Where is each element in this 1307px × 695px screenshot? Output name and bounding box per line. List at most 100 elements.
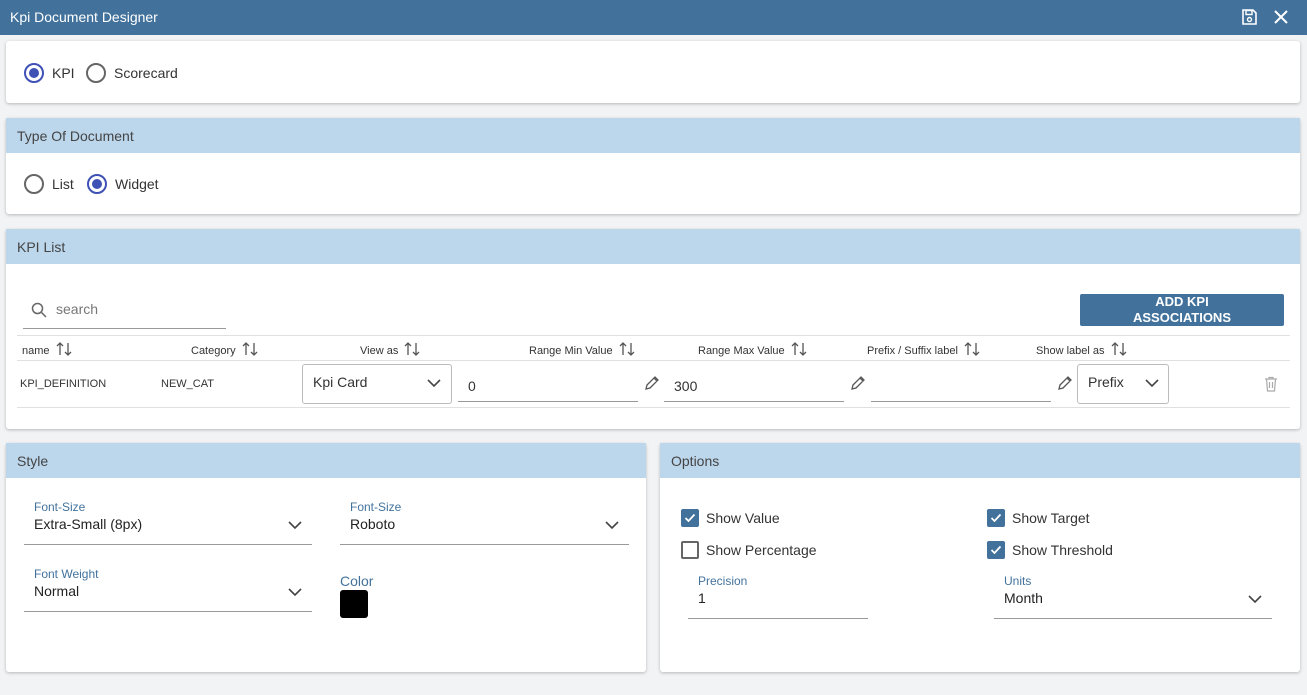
chevron-down-icon — [427, 379, 441, 388]
column-label: name — [22, 344, 50, 357]
range-max-field[interactable]: 300 — [664, 363, 844, 402]
chevron-down-icon — [288, 521, 302, 530]
column-label: Show label as — [1036, 344, 1105, 357]
type-of-document-header: Type Of Document — [6, 118, 1300, 153]
show-percentage-label: Show Percentage — [706, 542, 817, 558]
prefix-suffix-field[interactable] — [871, 363, 1051, 402]
sort-icon[interactable] — [56, 342, 72, 359]
show-label-as-select[interactable]: Prefix — [1077, 364, 1169, 404]
sort-icon[interactable] — [964, 342, 980, 359]
section-title: Type Of Document — [17, 128, 134, 144]
checkbox-box — [681, 541, 699, 559]
radio-scorecard[interactable]: Scorecard — [86, 63, 178, 83]
divider — [17, 407, 1290, 408]
precision-value: 1 — [698, 590, 706, 606]
show-target-checkbox[interactable]: Show Target — [987, 509, 1090, 527]
checkmark-icon — [990, 545, 1002, 555]
trash-icon[interactable] — [1264, 376, 1278, 397]
add-kpi-associations-button[interactable]: ADD KPI ASSOCIATIONS — [1080, 294, 1284, 326]
column-header-range-max[interactable]: Range Max Value — [698, 342, 807, 359]
checkmark-icon — [990, 513, 1002, 523]
show-label-as-value: Prefix — [1088, 374, 1124, 390]
units-select[interactable]: Units Month — [994, 574, 1272, 619]
column-header-name[interactable]: name — [22, 342, 72, 359]
checkbox-box — [987, 509, 1005, 527]
units-value: Month — [1004, 590, 1043, 606]
sort-icon[interactable] — [404, 342, 420, 359]
edit-pencil-icon[interactable] — [850, 375, 866, 396]
section-title: Options — [671, 453, 720, 469]
column-header-show-label-as[interactable]: Show label as — [1036, 342, 1127, 359]
sort-icon[interactable] — [242, 342, 258, 359]
view-as-select[interactable]: Kpi Card — [302, 364, 452, 404]
color-label: Color — [340, 573, 374, 589]
window-title: Kpi Document Designer — [10, 9, 158, 25]
options-header: Options — [660, 443, 1300, 478]
show-value-checkbox[interactable]: Show Value — [681, 509, 780, 527]
radio-kpi-label: KPI — [52, 65, 75, 81]
show-percentage-checkbox[interactable]: Show Percentage — [681, 541, 817, 559]
radio-widget-label: Widget — [115, 176, 159, 192]
chevron-down-icon — [288, 588, 302, 597]
radio-scorecard-label: Scorecard — [114, 65, 178, 81]
show-threshold-checkbox[interactable]: Show Threshold — [987, 541, 1113, 559]
show-threshold-label: Show Threshold — [1012, 542, 1113, 558]
save-icon[interactable] — [1239, 7, 1259, 27]
edit-pencil-icon[interactable] — [1057, 375, 1073, 396]
close-icon[interactable] — [1271, 7, 1291, 27]
chevron-down-icon — [605, 521, 619, 530]
font-size-label: Font-Size — [34, 500, 86, 514]
font-weight-value: Normal — [34, 583, 80, 599]
chevron-down-icon — [1145, 379, 1159, 388]
font-family-value: Roboto — [350, 516, 396, 532]
radio-kpi[interactable]: KPI — [24, 63, 75, 83]
font-family-select[interactable]: Font-Size Roboto — [340, 500, 629, 545]
checkbox-box — [987, 541, 1005, 559]
style-header: Style — [6, 443, 646, 478]
radio-circle — [24, 174, 44, 194]
color-swatch[interactable] — [340, 590, 368, 618]
range-max-value: 300 — [674, 378, 698, 394]
divider — [17, 335, 1290, 336]
column-header-category[interactable]: Category — [191, 342, 258, 359]
title-bar: Kpi Document Designer — [0, 0, 1307, 35]
section-title: KPI List — [17, 239, 66, 255]
show-value-label: Show Value — [706, 510, 780, 526]
precision-label: Precision — [698, 574, 748, 588]
range-min-value: 0 — [468, 378, 476, 394]
search-input[interactable] — [56, 298, 216, 320]
column-label: Range Min Value — [529, 344, 613, 357]
column-header-prefix-suffix[interactable]: Prefix / Suffix label — [867, 342, 980, 359]
font-size-value: Extra-Small (8px) — [34, 516, 143, 532]
font-family-label: Font-Size — [350, 500, 402, 514]
checkbox-box — [681, 509, 699, 527]
font-size-select[interactable]: Font-Size Extra-Small (8px) — [24, 500, 312, 545]
radio-list[interactable]: List — [24, 174, 74, 194]
section-title: Style — [17, 453, 49, 469]
precision-input[interactable]: Precision 1 — [688, 574, 868, 619]
edit-pencil-icon[interactable] — [644, 375, 660, 396]
sort-icon[interactable] — [1111, 342, 1127, 359]
radio-circle — [87, 174, 107, 194]
radio-widget[interactable]: Widget — [87, 174, 159, 194]
add-kpi-associations-label: ADD KPI ASSOCIATIONS — [1133, 294, 1231, 325]
search-box — [23, 290, 226, 329]
search-icon — [31, 302, 47, 318]
font-weight-select[interactable]: Font Weight Normal — [24, 567, 312, 612]
divider — [17, 360, 1290, 361]
style-card: Style — [6, 443, 646, 672]
view-as-value: Kpi Card — [313, 374, 368, 390]
radio-circle — [24, 63, 44, 83]
doc-kind-card: KPI Scorecard — [6, 41, 1300, 103]
column-label: Prefix / Suffix label — [867, 344, 958, 357]
cell-category: NEW_CAT — [161, 378, 214, 390]
range-min-field[interactable]: 0 — [458, 363, 638, 402]
column-header-view-as[interactable]: View as — [360, 342, 420, 359]
column-label: View as — [360, 344, 399, 357]
column-header-range-min[interactable]: Range Min Value — [529, 342, 635, 359]
sort-icon[interactable] — [791, 342, 807, 359]
kpi-list-header: KPI List — [6, 229, 1300, 264]
column-label: Range Max Value — [698, 344, 785, 357]
radio-circle — [86, 63, 106, 83]
sort-icon[interactable] — [619, 342, 635, 359]
